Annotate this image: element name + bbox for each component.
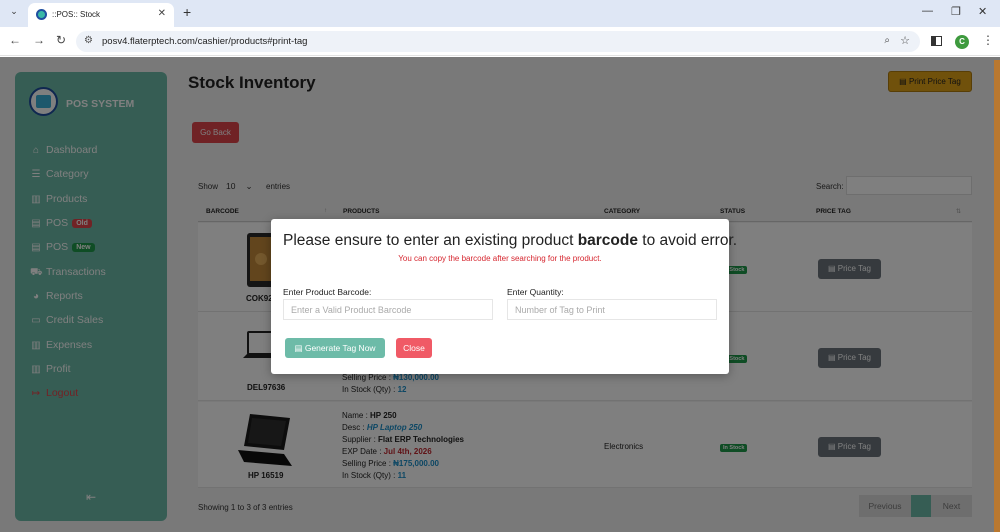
- modal-title: Please ensure to enter an existing produ…: [283, 232, 738, 249]
- tab-title: ::POS:: Stock: [52, 10, 101, 19]
- side-panel-icon[interactable]: [931, 36, 942, 46]
- zoom-icon[interactable]: ⌕: [884, 35, 890, 46]
- tab-close-icon[interactable]: ✕: [158, 8, 166, 19]
- site-info-icon[interactable]: ⚙: [84, 35, 93, 46]
- forward-arrow-icon[interactable]: →: [33, 33, 45, 47]
- browser-toolbar: ← → ↻ ⚙ posv4.flaterptech.com/cashier/pr…: [0, 27, 1000, 56]
- quantity-field-label: Enter Quantity:: [507, 287, 564, 297]
- tab-favicon-icon: [36, 9, 47, 20]
- address-bar[interactable]: ⚙ posv4.flaterptech.com/cashier/products…: [76, 31, 920, 52]
- tab-search-button[interactable]: ⌄: [6, 6, 22, 20]
- close-modal-button[interactable]: Close: [396, 338, 432, 358]
- reload-icon[interactable]: ↻: [56, 33, 66, 47]
- page-scrollbar[interactable]: [994, 60, 1000, 532]
- minimize-icon[interactable]: —: [922, 5, 933, 17]
- restore-icon[interactable]: ❐: [951, 5, 961, 18]
- bookmark-star-icon[interactable]: ☆: [900, 34, 910, 47]
- printer-icon: ▤: [294, 343, 305, 353]
- window-close-icon[interactable]: ✕: [978, 5, 987, 18]
- quantity-input[interactable]: [507, 299, 717, 320]
- generate-tag-button[interactable]: ▤ Generate Tag Now: [285, 338, 385, 358]
- back-arrow-icon[interactable]: ←: [9, 33, 21, 47]
- browser-tab[interactable]: ::POS:: Stock ✕: [28, 3, 174, 27]
- barcode-field-label: Enter Product Barcode:: [283, 287, 372, 297]
- new-tab-button[interactable]: +: [183, 4, 191, 20]
- modal-subtitle: You can copy the barcode after searching…: [398, 254, 602, 263]
- print-tag-modal: Please ensure to enter an existing produ…: [271, 219, 737, 374]
- browser-menu-icon[interactable]: ⋮: [982, 33, 994, 47]
- profile-avatar[interactable]: C: [955, 35, 969, 49]
- url-text: posv4.flaterptech.com/cashier/products#p…: [102, 36, 308, 47]
- browser-tab-bar: ⌄ ::POS:: Stock ✕ + — ❐ ✕: [0, 0, 1000, 27]
- barcode-input[interactable]: [283, 299, 493, 320]
